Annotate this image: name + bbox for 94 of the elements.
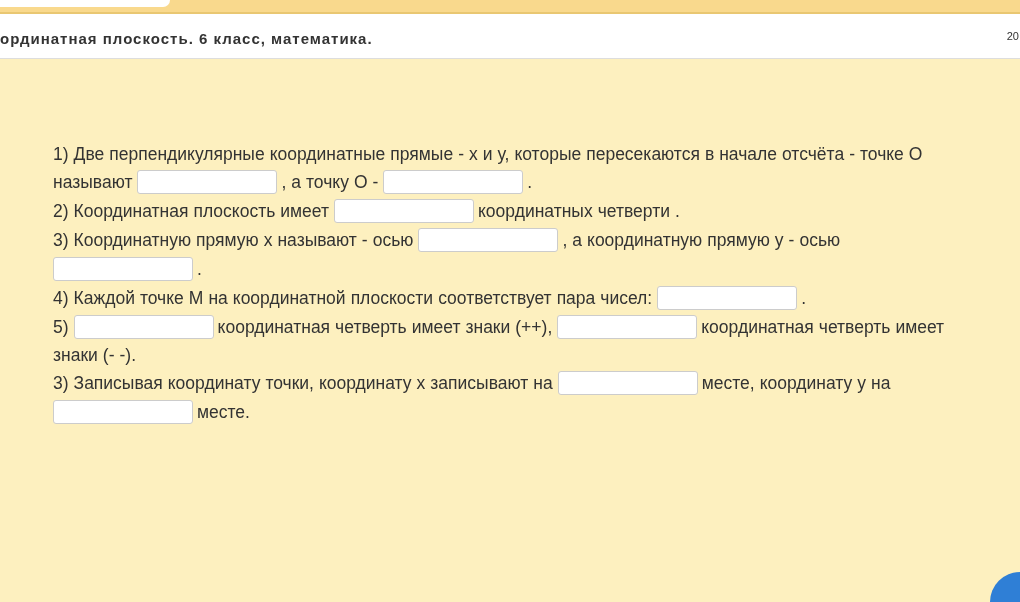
question-text: плоскость [193,200,276,222]
question-text: называют [53,171,133,193]
question-text: 1) [53,143,69,165]
question-text: . [801,287,807,309]
question-text: О [908,143,923,165]
question-text: 2) [53,200,69,222]
question-text: имеет [280,200,329,222]
question-text: - [458,143,464,165]
question-text: О [353,171,368,193]
question-text: осью [372,229,414,251]
question-text: которые [514,143,582,165]
question-text: точки, [265,372,314,394]
question-text: точке [859,143,904,165]
question-text: 5) [53,316,69,338]
question-text: (++), [515,316,553,338]
question-text: четверть [335,316,407,338]
question-text: а [291,171,301,193]
question-text: 4) [53,287,69,309]
question-text: начале [719,143,777,165]
question-text: прямую [196,229,259,251]
question-text: пересекаются [586,143,700,165]
question-text: соответствует [438,287,552,309]
question-text: Две [73,143,105,165]
answer-field[interactable] [53,257,193,281]
question-text: отсчёта [782,143,845,165]
question-text: четверть [818,316,891,338]
question-text: имеет [411,316,461,338]
question-text: чисел: [600,287,653,309]
answer-field[interactable] [137,170,278,194]
question-text: (- [102,344,115,366]
question-text: -). [119,344,137,366]
question-text: x [469,143,478,165]
question-text: Координатная [73,200,189,222]
question-text: Каждой [73,287,135,309]
question-text: . [674,200,680,222]
question-text: координатной [232,287,346,309]
question-text: на [871,372,891,394]
question-text: , [562,229,568,251]
question-text: - [372,171,379,193]
question-text: - [849,143,855,165]
question-text: х [416,372,426,394]
question-text: - [361,229,368,251]
question-text: прямую [707,229,770,251]
question-text: знаки [465,316,511,338]
question-text: в [704,143,715,165]
question-text: и [482,143,493,165]
question-text: месте, [701,372,755,394]
question-text: точке [139,287,184,309]
question-text: у [774,229,784,251]
answer-field[interactable] [557,315,698,339]
question-text: четверти [597,200,670,222]
question-text: на [208,287,228,309]
question-text: . [197,258,202,280]
question-text: координатную [587,229,703,251]
question-text: пара [556,287,596,309]
question-text: у, [497,143,510,165]
question-text: координатная [701,316,814,338]
question-text: координату [167,372,261,394]
question-text: Координатную [73,229,192,251]
question-text: прямые [390,143,454,165]
question-text: координату [759,372,853,394]
question-text: М [188,287,204,309]
question-text: на [533,372,553,394]
question-text: перпендикулярные [109,143,265,165]
answer-field[interactable] [334,199,474,223]
question-text: Записывая [73,372,163,394]
question-text: имеет [895,316,945,338]
question-text: координатные [269,143,386,165]
question-text: 3) [53,372,69,394]
answer-field[interactable] [73,315,214,339]
answer-field[interactable] [418,228,559,252]
answer-field[interactable] [383,170,524,194]
question-text: а [572,229,583,251]
answer-field[interactable] [53,400,193,424]
question-text: плоскости [350,287,434,309]
question-text: у [857,372,866,394]
question-text: координатных [478,200,593,222]
question-text: называют [277,229,357,251]
question-text: координату [318,372,412,394]
question-text: - [788,229,795,251]
question-text: , [281,171,287,193]
answer-field[interactable] [557,371,698,395]
question-text: координатная [217,316,331,338]
question-text: . [527,171,533,193]
question-text: записывают [430,372,529,394]
question-text: х [263,229,273,251]
question-text: точку [306,171,349,193]
question-text: осью [799,229,841,251]
question-text: 3) [53,229,69,251]
answer-field[interactable] [657,286,798,310]
page-title: ординатная плоскость. 6 класс, математика. [0,29,373,47]
corner-text: 20 [1006,30,1019,42]
question-text: месте. [197,401,250,423]
question-text: знаки [53,344,98,366]
